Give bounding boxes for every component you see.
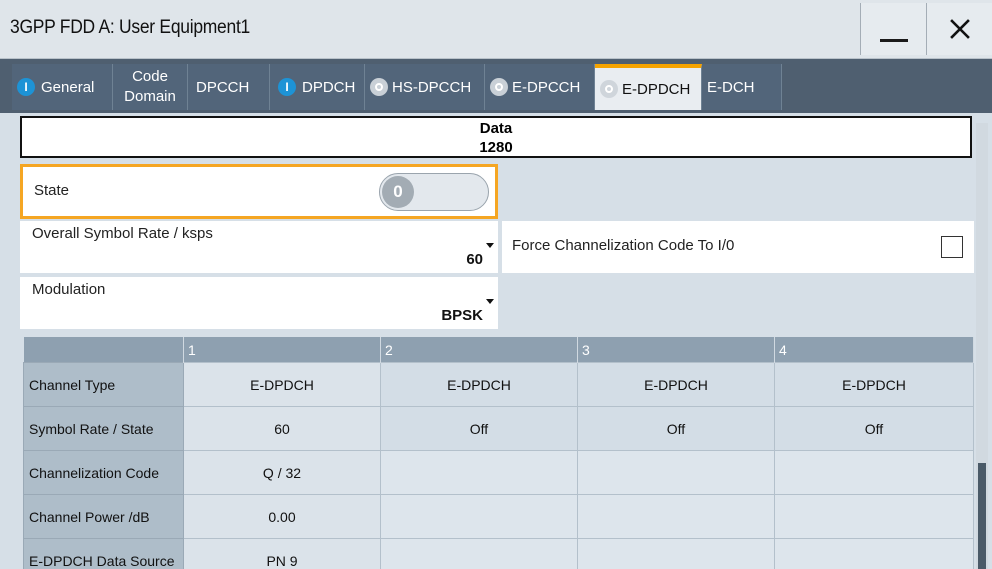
symbol-rate-dropdown[interactable]: Overall Symbol Rate / ksps 60 (20, 221, 498, 273)
table-cell[interactable]: Off (774, 406, 974, 451)
state-off-icon (600, 80, 618, 98)
symbol-rate-value: 60 (466, 251, 483, 268)
tab-label: E-DCH (707, 78, 755, 96)
table-cell[interactable]: 0.00 (183, 494, 381, 539)
channel-table: 1 2 3 4 Channel Type E-DPDCH E-DPDCH E-D… (23, 337, 974, 569)
table-cell[interactable]: E-DPDCH (183, 362, 381, 407)
table-cell[interactable]: 60 (183, 406, 381, 451)
table-cell (380, 494, 578, 539)
table-cell (577, 450, 775, 495)
window-title: 3GPP FDD A: User Equipment1 (10, 17, 250, 38)
tab-dpcch[interactable]: DPCCH (188, 64, 270, 110)
state-field[interactable]: State 0 (20, 164, 498, 219)
dropdown-arrow-icon (486, 299, 494, 304)
table-cell[interactable]: E-DPDCH (380, 362, 578, 407)
table-cell[interactable]: E-DPDCH (774, 362, 974, 407)
tab-label: General (41, 78, 95, 96)
vertical-scrollbar[interactable] (976, 123, 988, 569)
table-cell (774, 450, 974, 495)
table-cell (380, 450, 578, 495)
row-header: Symbol Rate / State (23, 406, 184, 451)
state-off-icon (370, 78, 388, 96)
table-cell[interactable]: E-DPDCH (577, 362, 775, 407)
table-row: E-DPDCH Data Source PN 9 (23, 538, 974, 569)
table-cell (577, 494, 775, 539)
modulation-label: Modulation (32, 281, 106, 298)
content-panel: Data 1280 State 0 Overall Symbol Rate / … (0, 113, 992, 569)
tab-hs-dpcch[interactable]: HS-DPCCH (365, 64, 485, 110)
force-channelization-checkbox[interactable] (941, 236, 963, 258)
table-cell (577, 538, 775, 569)
table-row: Channelization Code Q / 32 (23, 450, 974, 495)
force-channelization-field: Force Channelization Code To I/0 (502, 221, 974, 273)
scrollbar-thumb[interactable] (978, 463, 986, 569)
title-bar: 3GPP FDD A: User Equipment1 (0, 0, 992, 59)
close-button[interactable] (926, 3, 992, 55)
table-cell (774, 494, 974, 539)
table-row: Channel Power /dB 0.00 (23, 494, 974, 539)
table-cell (380, 538, 578, 569)
symbol-rate-label: Overall Symbol Rate / ksps (32, 225, 213, 242)
row-header: E-DPDCH Data Source (23, 538, 184, 569)
table-cell[interactable]: Off (577, 406, 775, 451)
tab-label: E-DPDCH (622, 80, 691, 98)
tab-label: HS-DPCCH (392, 78, 472, 96)
table-cell (774, 538, 974, 569)
table-corner (23, 337, 184, 363)
column-header: 4 (774, 337, 974, 363)
dropdown-arrow-icon (486, 243, 494, 248)
toggle-knob: 0 (382, 176, 414, 208)
minimize-icon (880, 38, 908, 42)
tab-label: E-DPCCH (512, 78, 581, 96)
tab-general[interactable]: I General (12, 64, 113, 110)
close-icon (950, 19, 970, 39)
tab-e-dpcch[interactable]: E-DPCCH (485, 64, 595, 110)
tab-e-dch[interactable]: E-DCH (702, 64, 782, 110)
tab-label-line2: Domain (124, 88, 176, 105)
tab-label: DPDCH (302, 78, 356, 96)
tab-code-domain[interactable]: Code Domain (113, 64, 188, 110)
tab-e-dpdch[interactable]: E-DPDCH (595, 64, 702, 110)
table-row: Channel Type E-DPDCH E-DPDCH E-DPDCH E-D… (23, 362, 974, 407)
table-cell[interactable]: PN 9 (183, 538, 381, 569)
row-header: Channel Type (23, 362, 184, 407)
state-on-icon: I (17, 78, 35, 96)
tab-label-line1: Code (132, 68, 168, 85)
state-on-icon: I (278, 78, 296, 96)
row-header: Channel Power /dB (23, 494, 184, 539)
column-header: 2 (380, 337, 578, 363)
state-label: State (34, 182, 70, 199)
tab-label: DPCCH (196, 78, 250, 96)
column-header: 3 (577, 337, 775, 363)
dialog-window: 3GPP FDD A: User Equipment1 I General Co… (0, 0, 992, 569)
table-cell[interactable]: Q / 32 (183, 450, 381, 495)
state-toggle[interactable]: 0 (379, 173, 489, 211)
tab-dpdch[interactable]: I DPDCH (270, 64, 365, 110)
table-row: Symbol Rate / State 60 Off Off Off (23, 406, 974, 451)
modulation-value: BPSK (441, 307, 483, 324)
table-header-row: 1 2 3 4 (23, 337, 974, 363)
column-header: 1 (183, 337, 381, 363)
table-cell[interactable]: Off (380, 406, 578, 451)
data-value: 1280 (479, 139, 513, 156)
modulation-dropdown[interactable]: Modulation BPSK (20, 277, 498, 329)
state-off-icon (490, 78, 508, 96)
tab-bar: I General Code Domain DPCCH I DPDCH HS-D… (0, 59, 992, 113)
minimize-button[interactable] (860, 3, 927, 55)
force-channelization-label: Force Channelization Code To I/0 (512, 237, 735, 254)
row-header: Channelization Code (23, 450, 184, 495)
data-label: Data (479, 120, 513, 137)
data-rate-display: Data 1280 (20, 116, 972, 158)
